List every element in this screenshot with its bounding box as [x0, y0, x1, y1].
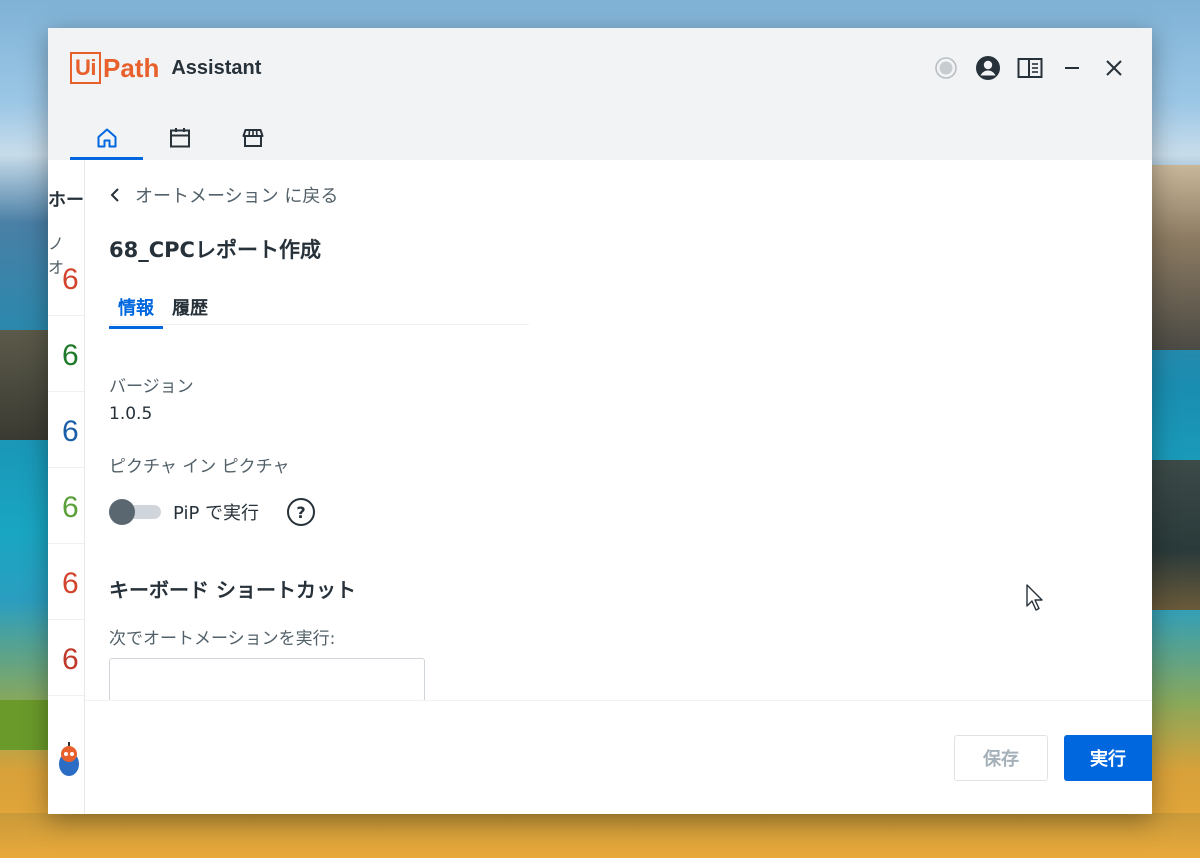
list-item-number: 6	[62, 263, 79, 296]
minimize-icon[interactable]	[1058, 54, 1086, 82]
list-item[interactable]: 6	[48, 473, 84, 544]
background-cliff	[1152, 165, 1200, 350]
list-item[interactable]: 6	[48, 321, 84, 392]
back-label: オートメーション に戻る	[135, 186, 339, 207]
store-icon	[242, 129, 263, 147]
mouse-cursor-icon	[1026, 584, 1046, 616]
help-icon[interactable]: ?	[287, 498, 316, 526]
main-nav	[70, 116, 289, 160]
background-ground	[0, 813, 1200, 858]
automation-list-behind: ホー ノ オ 6 6 6 6 6 6	[48, 160, 85, 814]
home-icon	[97, 128, 116, 148]
home-heading: ホー	[48, 190, 84, 211]
version-value: 1.0.5	[109, 404, 153, 424]
background-grass	[0, 700, 50, 750]
automation-title: 68_CPCレポート作成	[109, 238, 321, 262]
list-item[interactable]: 6	[48, 549, 84, 620]
list-item-number: 6	[62, 415, 79, 448]
logo-ui: Ui	[70, 52, 101, 84]
logo-path: Path	[103, 52, 160, 83]
calendar-icon	[169, 128, 190, 148]
pip-row: PiP で実行 ?	[109, 498, 316, 526]
list-item-number: 6	[62, 643, 79, 676]
back-to-automations-link[interactable]: オートメーション に戻る	[109, 182, 338, 208]
help-glyph: ?	[296, 502, 306, 522]
shortcut-input[interactable]	[109, 658, 425, 702]
background-rock-left	[0, 330, 50, 440]
list-item[interactable]: 6	[48, 245, 84, 316]
list-item-number: 6	[62, 567, 79, 600]
pip-toggle-label: PiP で実行	[173, 503, 260, 524]
list-item-number: 6	[62, 339, 79, 372]
save-button[interactable]: 保存	[954, 735, 1048, 781]
action-footer: 保存 実行	[85, 700, 1152, 814]
assistant-window: Ui Path Assistant ホー ノ オ 6 6 6 6 6 6 オート…	[48, 28, 1152, 814]
toggle-knob	[109, 499, 135, 525]
version-label: バージョン	[109, 377, 194, 397]
tab-marketplace[interactable]	[216, 116, 289, 160]
status-indicator-icon[interactable]	[932, 54, 960, 82]
close-icon[interactable]	[1100, 54, 1128, 82]
robot-mascot-icon	[54, 740, 84, 784]
list-item-number: 6	[62, 491, 79, 524]
tabs-divider	[109, 324, 529, 325]
uipath-logo: Ui Path Assistant	[70, 52, 261, 84]
title-bar: Ui Path Assistant	[48, 28, 1152, 108]
list-item[interactable]: 6	[48, 397, 84, 468]
shortcut-section-title: キーボード ショートカット	[109, 578, 356, 602]
tab-schedule[interactable]	[143, 116, 216, 160]
pip-label: ピクチャ イン ピクチャ	[109, 457, 290, 477]
chevron-left-icon	[110, 188, 119, 202]
automation-details-panel: オートメーション に戻る 68_CPCレポート作成 情報 履歴 バージョン 1.…	[85, 160, 1152, 814]
side-panel-icon[interactable]	[1016, 54, 1044, 82]
shortcut-label: 次でオートメーションを実行:	[109, 629, 336, 649]
account-icon[interactable]	[974, 54, 1002, 82]
app-name: Assistant	[171, 56, 262, 79]
tab-home[interactable]	[70, 116, 143, 160]
run-button[interactable]: 実行	[1064, 735, 1152, 781]
pip-toggle[interactable]	[109, 499, 161, 525]
background-rock	[1152, 460, 1200, 610]
window-controls	[932, 54, 1128, 82]
list-item[interactable]: 6	[48, 625, 84, 696]
